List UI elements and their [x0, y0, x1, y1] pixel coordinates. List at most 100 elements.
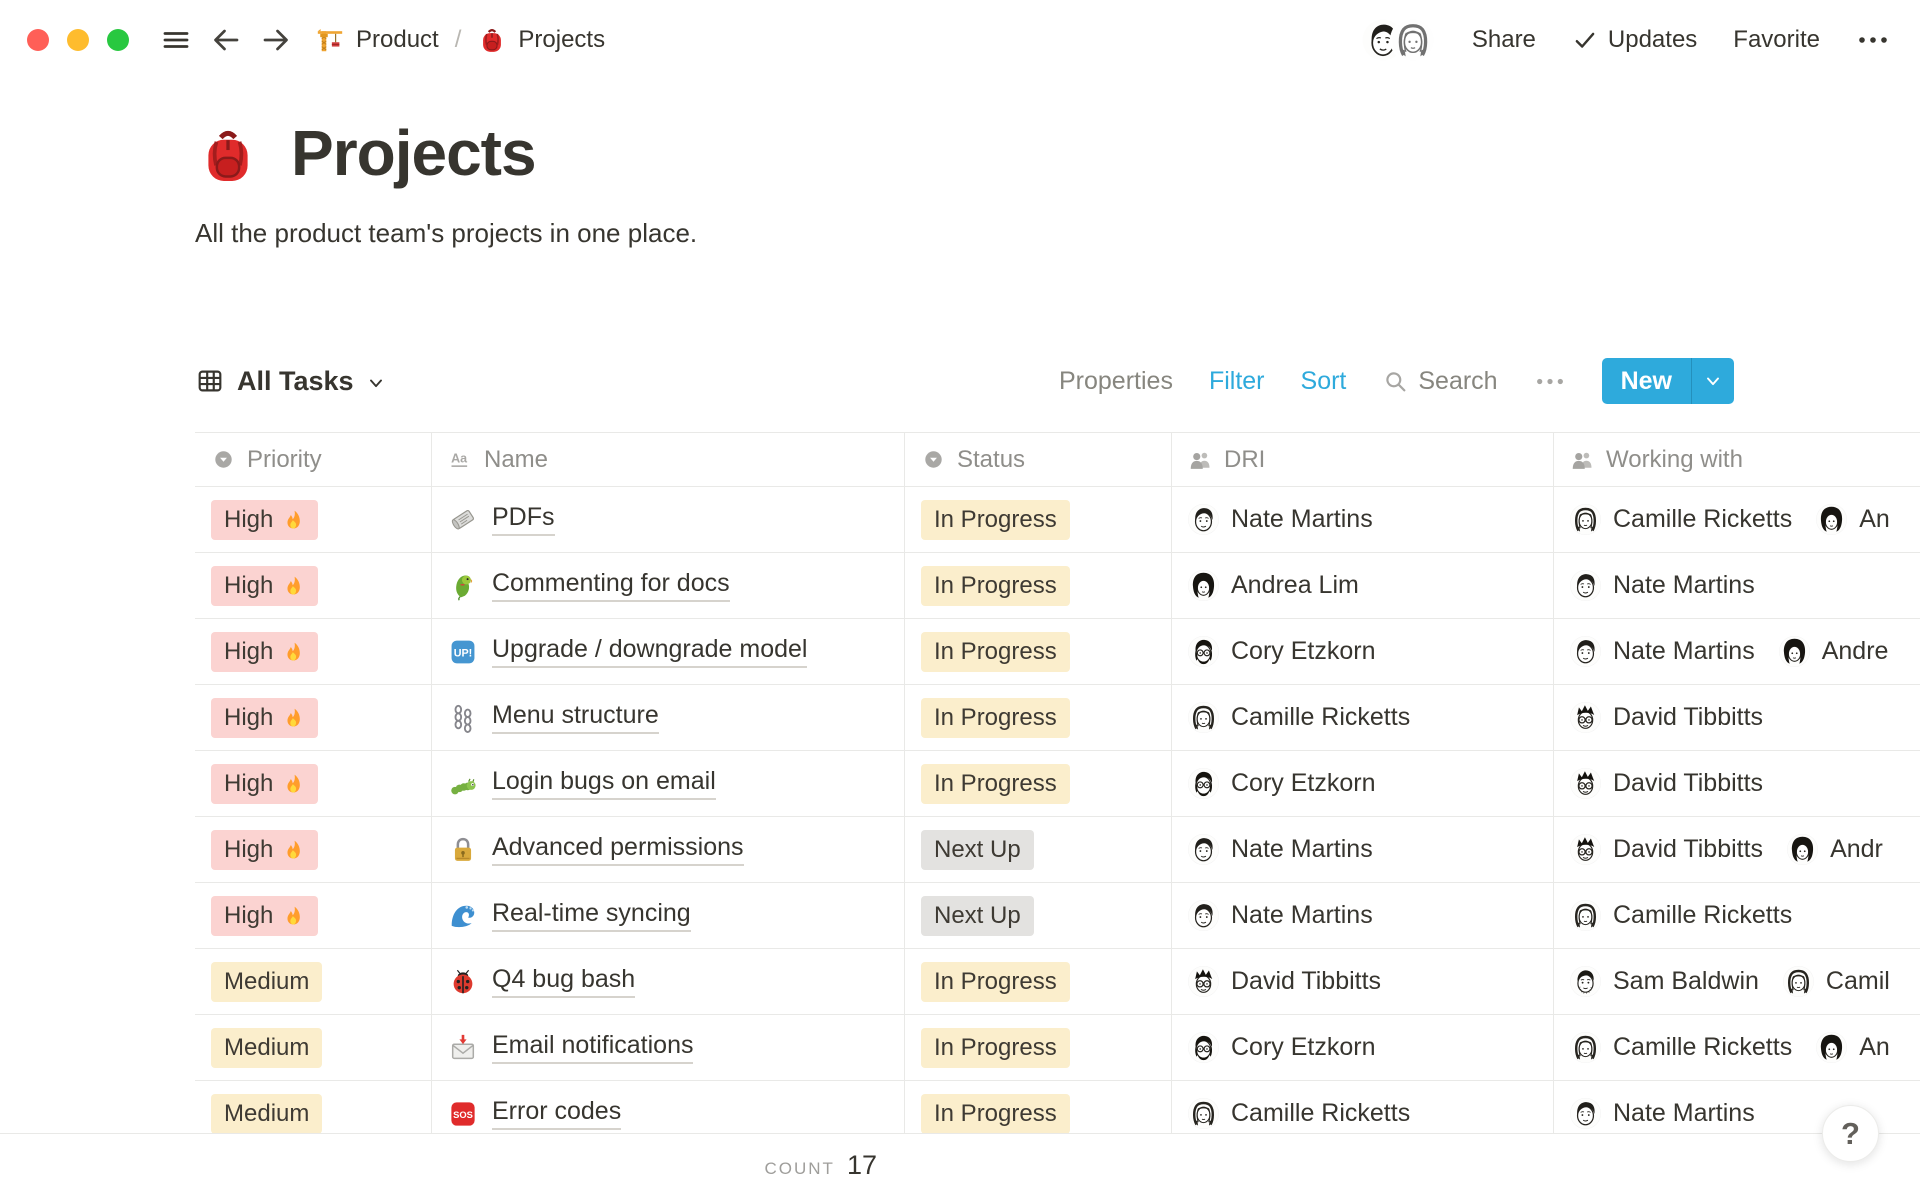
help-button[interactable]: ?: [1822, 1105, 1879, 1162]
more-options-icon[interactable]: [1856, 32, 1890, 48]
column-header-working-with[interactable]: Working with: [1554, 433, 1920, 486]
task-name-link[interactable]: Advanced permissions: [492, 833, 744, 866]
new-button-dropdown[interactable]: [1691, 358, 1734, 404]
close-window-button[interactable]: [27, 29, 49, 51]
column-header-name[interactable]: Name: [432, 433, 905, 486]
page-title[interactable]: Projects: [291, 118, 536, 188]
cell-status[interactable]: In Progress: [905, 949, 1172, 1014]
cell-working-with[interactable]: Camille Ricketts: [1554, 883, 1920, 948]
task-name-link[interactable]: Q4 bug bash: [492, 965, 635, 998]
breadcrumb-item-product[interactable]: Product: [315, 25, 439, 55]
cell-name[interactable]: PDFs: [432, 487, 905, 552]
cell-dri[interactable]: Camille Ricketts: [1172, 1081, 1554, 1133]
cell-name[interactable]: Email notifications: [432, 1015, 905, 1080]
presence-avatars[interactable]: [1362, 19, 1434, 61]
status-badge[interactable]: In Progress: [921, 632, 1070, 672]
cell-name[interactable]: Commenting for docs: [432, 553, 905, 618]
status-badge[interactable]: In Progress: [921, 698, 1070, 738]
cell-name[interactable]: Real-time syncing: [432, 883, 905, 948]
cell-priority[interactable]: Medium: [195, 1081, 432, 1133]
priority-badge[interactable]: High: [211, 698, 318, 738]
cell-dri[interactable]: Camille Ricketts: [1172, 685, 1554, 750]
zoom-window-button[interactable]: [107, 29, 129, 51]
cell-dri[interactable]: Andrea Lim: [1172, 553, 1554, 618]
cell-priority[interactable]: High: [195, 619, 432, 684]
task-name-link[interactable]: Login bugs on email: [492, 767, 716, 800]
cell-name[interactable]: Upgrade / downgrade model: [432, 619, 905, 684]
search-button[interactable]: Search: [1382, 367, 1497, 396]
minimize-window-button[interactable]: [67, 29, 89, 51]
priority-badge[interactable]: High: [211, 632, 318, 672]
cell-name[interactable]: Error codes: [432, 1081, 905, 1133]
presence-avatar-camille[interactable]: [1392, 19, 1434, 61]
cell-working-with[interactable]: David Tibbitts: [1554, 685, 1920, 750]
cell-dri[interactable]: Cory Etzkorn: [1172, 1015, 1554, 1080]
cell-status[interactable]: In Progress: [905, 685, 1172, 750]
cell-working-with[interactable]: David Tibbitts: [1554, 751, 1920, 816]
status-badge[interactable]: Next Up: [921, 896, 1034, 936]
cell-status[interactable]: In Progress: [905, 751, 1172, 816]
back-button[interactable]: [206, 20, 246, 60]
cell-status[interactable]: In Progress: [905, 619, 1172, 684]
sidebar-toggle-button[interactable]: [156, 20, 196, 60]
cell-priority[interactable]: High: [195, 751, 432, 816]
cell-status[interactable]: Next Up: [905, 883, 1172, 948]
priority-badge[interactable]: Medium: [211, 962, 322, 1002]
status-badge[interactable]: In Progress: [921, 500, 1070, 540]
cell-working-with[interactable]: Sam BaldwinCamil: [1554, 949, 1920, 1014]
status-badge[interactable]: In Progress: [921, 1094, 1070, 1134]
favorite-button[interactable]: Favorite: [1733, 26, 1820, 54]
column-header-priority[interactable]: Priority: [195, 433, 432, 486]
view-switcher[interactable]: All Tasks: [195, 366, 386, 397]
updates-button[interactable]: Updates: [1572, 26, 1697, 54]
breadcrumb-item-projects[interactable]: Projects: [477, 25, 605, 55]
cell-dri[interactable]: Nate Martins: [1172, 817, 1554, 882]
filter-button[interactable]: Filter: [1209, 367, 1265, 396]
cell-dri[interactable]: Nate Martins: [1172, 487, 1554, 552]
column-header-status[interactable]: Status: [905, 433, 1172, 486]
page-description[interactable]: All the product team's projects in one p…: [195, 218, 697, 249]
task-name-link[interactable]: Email notifications: [492, 1031, 693, 1064]
status-badge[interactable]: In Progress: [921, 566, 1070, 606]
column-header-dri[interactable]: DRI: [1172, 433, 1554, 486]
priority-badge[interactable]: High: [211, 830, 318, 870]
cell-dri[interactable]: Cory Etzkorn: [1172, 751, 1554, 816]
cell-priority[interactable]: High: [195, 817, 432, 882]
priority-badge[interactable]: Medium: [211, 1028, 322, 1068]
cell-name[interactable]: Q4 bug bash: [432, 949, 905, 1014]
cell-status[interactable]: In Progress: [905, 1015, 1172, 1080]
forward-button[interactable]: [256, 20, 296, 60]
cell-name[interactable]: Advanced permissions: [432, 817, 905, 882]
priority-badge[interactable]: Medium: [211, 1094, 322, 1134]
cell-working-with[interactable]: Camille RickettsAn: [1554, 1015, 1920, 1080]
task-name-link[interactable]: Commenting for docs: [492, 569, 730, 602]
task-name-link[interactable]: Error codes: [492, 1097, 621, 1130]
status-badge[interactable]: In Progress: [921, 1028, 1070, 1068]
priority-badge[interactable]: High: [211, 566, 318, 606]
cell-working-with[interactable]: Nate Martins: [1554, 553, 1920, 618]
cell-working-with[interactable]: Camille RickettsAn: [1554, 487, 1920, 552]
task-name-link[interactable]: Upgrade / downgrade model: [492, 635, 807, 668]
sort-button[interactable]: Sort: [1301, 367, 1347, 396]
cell-status[interactable]: In Progress: [905, 553, 1172, 618]
status-badge[interactable]: In Progress: [921, 962, 1070, 1002]
cell-dri[interactable]: Nate Martins: [1172, 883, 1554, 948]
task-name-link[interactable]: Menu structure: [492, 701, 659, 734]
cell-priority[interactable]: Medium: [195, 1015, 432, 1080]
cell-dri[interactable]: David Tibbitts: [1172, 949, 1554, 1014]
cell-status[interactable]: In Progress: [905, 487, 1172, 552]
status-badge[interactable]: In Progress: [921, 764, 1070, 804]
cell-priority[interactable]: High: [195, 883, 432, 948]
cell-priority[interactable]: High: [195, 553, 432, 618]
cell-priority[interactable]: High: [195, 685, 432, 750]
page-icon-backpack[interactable]: [195, 122, 261, 188]
task-name-link[interactable]: Real-time syncing: [492, 899, 691, 932]
priority-badge[interactable]: High: [211, 764, 318, 804]
cell-priority[interactable]: Medium: [195, 949, 432, 1014]
new-button-main[interactable]: New: [1602, 358, 1691, 404]
count-calculation[interactable]: COUNT17: [0, 1150, 877, 1181]
cell-name[interactable]: Login bugs on email: [432, 751, 905, 816]
cell-status[interactable]: In Progress: [905, 1081, 1172, 1133]
cell-status[interactable]: Next Up: [905, 817, 1172, 882]
task-name-link[interactable]: PDFs: [492, 503, 555, 536]
